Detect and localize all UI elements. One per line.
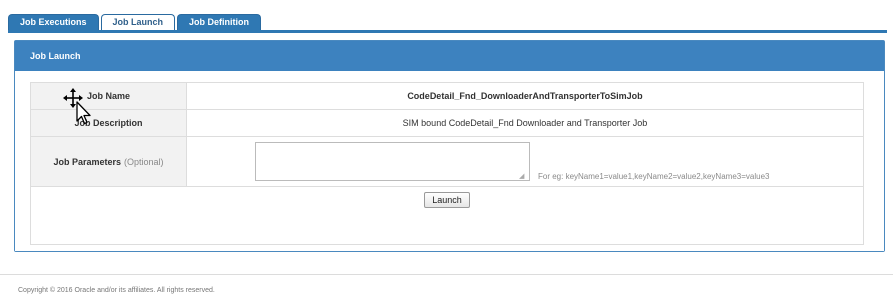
job-launch-panel: Job Launch Job Name CodeDetail_Fnd_Downl… xyxy=(14,40,885,252)
footer-divider xyxy=(0,274,893,275)
tab-bar: Job Executions Job Launch Job Definition xyxy=(8,14,262,30)
job-name-label: Job Name xyxy=(31,83,187,109)
footer-copyright: Copyright © 2016 Oracle and/or its affil… xyxy=(18,287,215,294)
move-cursor-icon xyxy=(63,88,91,125)
optional-tag: (Optional) xyxy=(124,156,164,167)
launch-button[interactable]: Launch xyxy=(424,192,470,208)
job-name-row: Job Name CodeDetail_Fnd_DownloaderAndTra… xyxy=(31,83,863,110)
panel-title: Job Launch xyxy=(15,41,884,71)
job-parameters-textarea[interactable] xyxy=(255,142,530,181)
tab-underline xyxy=(8,30,887,33)
job-name-value: CodeDetail_Fnd_DownloaderAndTransporterT… xyxy=(407,91,643,101)
job-parameters-label: Job Parameters xyxy=(53,156,122,167)
resize-grip-icon[interactable]: ◢ xyxy=(519,173,524,180)
job-description-row: Job Description SIM bound CodeDetail_Fnd… xyxy=(31,110,863,137)
job-parameters-hint: For eg: keyName1=value1,keyName2=value2,… xyxy=(538,172,770,181)
tab-job-executions[interactable]: Job Executions xyxy=(8,14,99,30)
job-parameters-row: Job Parameters (Optional) ◢ For eg: keyN… xyxy=(31,137,863,187)
tab-job-launch[interactable]: Job Launch xyxy=(100,14,176,30)
tab-job-definition[interactable]: Job Definition xyxy=(177,14,262,30)
job-description-label: Job Description xyxy=(31,110,187,136)
job-description-value: SIM bound CodeDetail_Fnd Downloader and … xyxy=(402,118,648,128)
job-form-table: Job Name CodeDetail_Fnd_DownloaderAndTra… xyxy=(30,82,864,245)
job-parameters-cell: ◢ For eg: keyName1=value1,keyName2=value… xyxy=(187,137,863,186)
job-parameters-label-cell: Job Parameters (Optional) xyxy=(31,137,187,186)
panel-body: Job Name CodeDetail_Fnd_DownloaderAndTra… xyxy=(15,71,884,251)
launch-row: Launch xyxy=(31,187,863,244)
